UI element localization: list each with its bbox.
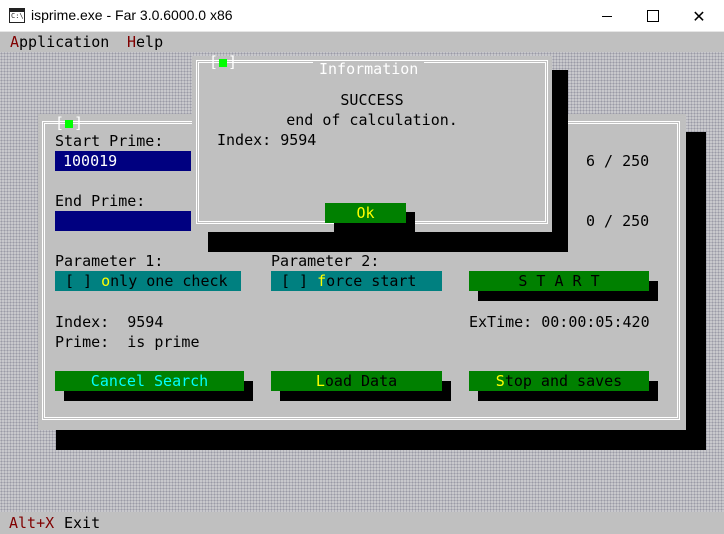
parameter-2-label: Parameter 2: (271, 252, 380, 270)
info-close-button[interactable]: [] (209, 54, 237, 70)
ok-button[interactable]: Ok (325, 203, 406, 223)
information-dialog: Information [] SUCCESS end of calculatio… (192, 54, 552, 232)
close-icon: ✕ (692, 6, 706, 26)
console-area: Application Help [] Start Prime: 100019 … (0, 32, 724, 534)
parameter-1-label: Parameter 1: (55, 252, 164, 270)
info-success-text: SUCCESS (340, 91, 404, 109)
info-dialog-title: Information (313, 61, 425, 77)
menu-help[interactable]: Help (127, 33, 163, 51)
index-readout: Index: 9594 (55, 313, 164, 331)
cancel-search-button[interactable]: Cancel Search (55, 371, 244, 391)
stop-and-saves-button[interactable]: Stop and saves (469, 371, 649, 391)
only-one-check-checkbox[interactable]: [ ] only one check (55, 271, 241, 291)
maximize-button[interactable] (630, 0, 676, 32)
end-count: 0 / 250 (586, 212, 650, 230)
close-square-icon (65, 119, 74, 128)
force-start-checkbox[interactable]: [ ] force start (271, 271, 442, 291)
start-count: 6 / 250 (586, 152, 650, 170)
load-data-button[interactable]: Load Data (271, 371, 442, 391)
close-square-icon (219, 58, 228, 67)
info-message-text: end of calculation. (286, 111, 458, 129)
console-app-icon (9, 8, 25, 23)
close-window-button[interactable]: ✕ (676, 0, 722, 32)
menu-bar: Application Help (0, 32, 724, 52)
exit-label: Exit (64, 514, 101, 532)
dialog-close-button[interactable]: [] (55, 115, 83, 131)
start-prime-label: Start Prime: (55, 132, 164, 150)
minimize-button[interactable] (584, 0, 630, 32)
prime-readout: Prime: is prime (55, 333, 200, 351)
window-title: isprime.exe - Far 3.0.6000.0 x86 (31, 7, 233, 23)
start-prime-input[interactable]: 100019 (55, 151, 191, 171)
info-index-text: Index: 9594 (217, 131, 317, 149)
key-bar: Alt+X Exit (0, 512, 724, 534)
start-button[interactable]: S T A R T (469, 271, 649, 291)
alt-x-hint[interactable]: Alt+X (9, 514, 54, 532)
end-prime-label: End Prime: (55, 192, 146, 210)
end-prime-input[interactable] (55, 211, 191, 231)
title-bar: isprime.exe - Far 3.0.6000.0 x86 ✕ (0, 0, 724, 32)
menu-application[interactable]: Application (10, 33, 109, 51)
extime-readout: ExTime: 00:00:05:420 (469, 313, 650, 331)
